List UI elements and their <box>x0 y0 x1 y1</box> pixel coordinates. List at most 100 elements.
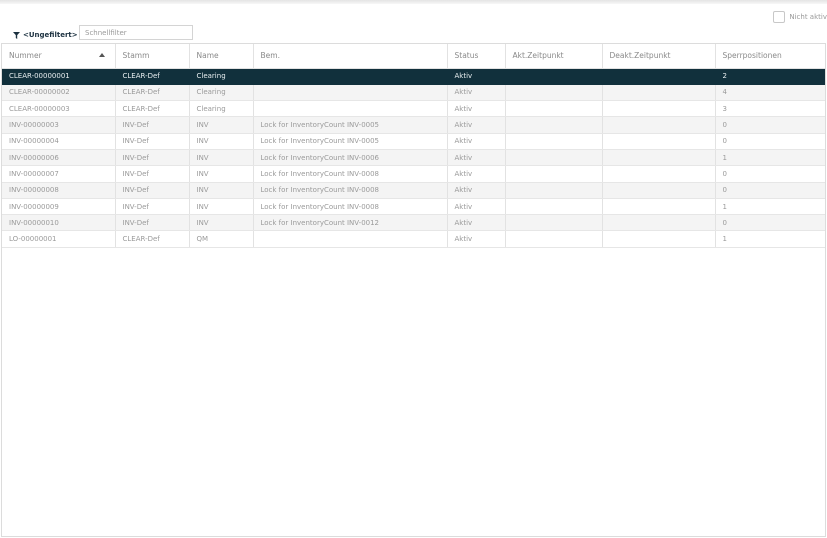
funnel-icon <box>13 31 20 39</box>
table-cell-akt-zeitpunkt <box>505 84 603 102</box>
table-cell-deakt-zeitpunkt <box>602 149 716 167</box>
table-cell-deakt-zeitpunkt <box>602 182 716 199</box>
inactive-label: Nicht aktiv <box>789 13 827 21</box>
table-cell-name: INV <box>189 116 254 134</box>
inactive-checkbox[interactable] <box>773 11 786 23</box>
column-header-label: Bem. <box>260 51 280 61</box>
table-cell-bem-: Lock for InventoryCount INV-0006 <box>253 149 448 167</box>
table-cell-name: Clearing <box>189 68 254 85</box>
table-row[interactable]: INV-00000008 INV-Def INV Lock for Inventory… <box>2 182 825 199</box>
table-row[interactable]: INV-00000009 INV-Def INV Lock for Inventory… <box>2 198 825 216</box>
column-header-sperrpositionen[interactable]: Sperrpositionen <box>715 44 825 69</box>
table-cell-status: Aktiv <box>447 68 506 85</box>
table-cell-akt-zeitpunkt <box>505 230 603 248</box>
column-header-stamm[interactable]: Stamm <box>115 44 190 69</box>
table-cell-sperrpositionen: 0 <box>715 116 825 134</box>
table-cell-nummer: INV-00000007 <box>2 165 116 183</box>
column-header-nummer[interactable]: Nummer <box>2 44 116 69</box>
table-cell-sperrpositionen: 4 <box>715 84 825 102</box>
table-cell-stamm: CLEAR-Def <box>115 68 190 85</box>
column-header-label: Status <box>454 51 479 61</box>
table-cell-stamm: INV-Def <box>115 198 190 216</box>
column-header-label: Akt.Zeitpunkt <box>512 51 564 61</box>
table-cell-bem- <box>253 230 448 248</box>
column-header-label: Deakt.Zeitpunkt <box>609 51 671 61</box>
toolbar: <Ungefiltert> Nicht aktiv <box>0 4 827 44</box>
quick-filter-input[interactable] <box>79 25 193 40</box>
column-header-status[interactable]: Status <box>447 44 506 69</box>
table-cell-deakt-zeitpunkt <box>602 198 716 216</box>
table-cell-name: Clearing <box>189 100 254 118</box>
column-header-label: Nummer <box>9 51 42 61</box>
table-cell-deakt-zeitpunkt <box>602 133 716 150</box>
table-cell-sperrpositionen: 1 <box>715 230 825 248</box>
table-cell-bem-: Lock for InventoryCount INV-0005 <box>253 133 448 150</box>
table-row[interactable]: CLEAR-00000003 CLEAR-Def Clearing Aktiv 3 <box>2 100 825 118</box>
table-cell-bem- <box>253 100 448 118</box>
table-cell-stamm: INV-Def <box>115 182 190 199</box>
table-cell-status: Aktiv <box>447 230 506 248</box>
table-cell-bem- <box>253 84 448 102</box>
table-row[interactable]: INV-00000010 INV-Def INV Lock for Inventory… <box>2 214 825 232</box>
table-cell-sperrpositionen: 2 <box>715 68 825 85</box>
table-cell-stamm: INV-Def <box>115 214 190 232</box>
table-row[interactable]: CLEAR-00000002 CLEAR-Def Clearing Aktiv 4 <box>2 84 825 102</box>
table-cell-name: INV <box>189 133 254 150</box>
table-body: CLEAR-00000001 CLEAR-Def Clearing Aktiv 2 CLE… <box>2 68 825 248</box>
table-row[interactable]: INV-00000006 INV-Def INV Lock for Inventory… <box>2 149 825 167</box>
table-cell-sperrpositionen: 0 <box>715 165 825 183</box>
table-cell-deakt-zeitpunkt <box>602 100 716 118</box>
table-cell-nummer: CLEAR-00000003 <box>2 100 116 118</box>
table-cell-sperrpositionen: 1 <box>715 149 825 167</box>
table-cell-nummer: INV-00000003 <box>2 116 116 134</box>
table-cell-bem-: Lock for InventoryCount INV-0008 <box>253 198 448 216</box>
filter-button[interactable]: <Ungefiltert> <box>13 29 78 41</box>
table-cell-nummer: INV-00000008 <box>2 182 116 199</box>
table-row[interactable]: INV-00000004 INV-Def INV Lock for Inventory… <box>2 133 825 150</box>
column-header-label: Sperrpositionen <box>722 51 782 61</box>
sort-ascending-icon <box>98 53 105 57</box>
inactive-toggle[interactable]: Nicht aktiv <box>773 11 827 23</box>
table-cell-status: Aktiv <box>447 133 506 150</box>
table-cell-sperrpositionen: 1 <box>715 198 825 216</box>
table-cell-nummer: INV-00000009 <box>2 198 116 216</box>
table-cell-name: INV <box>189 165 254 183</box>
table-cell-stamm: INV-Def <box>115 165 190 183</box>
column-header-name[interactable]: Name <box>189 44 254 69</box>
column-header-akt-zeitpunkt[interactable]: Akt.Zeitpunkt <box>505 44 603 69</box>
table-cell-status: Aktiv <box>447 84 506 102</box>
filter-label: <Ungefiltert> <box>23 31 78 39</box>
table-cell-sperrpositionen: 0 <box>715 214 825 232</box>
table-row[interactable]: INV-00000003 INV-Def INV Lock for Inventory… <box>2 116 825 134</box>
table-cell-sperrpositionen: 0 <box>715 182 825 199</box>
table-cell-akt-zeitpunkt <box>505 182 603 199</box>
table-cell-name: Clearing <box>189 84 254 102</box>
table-cell-nummer: INV-00000004 <box>2 133 116 150</box>
table-cell-bem-: Lock for InventoryCount INV-0008 <box>253 182 448 199</box>
table-cell-akt-zeitpunkt <box>505 68 603 85</box>
table-cell-stamm: INV-Def <box>115 133 190 150</box>
table-header: Nummer Stamm Name Bem. Status Akt.Zeitpunkt De… <box>2 44 825 69</box>
table-row[interactable]: LO-00000001 CLEAR-Def QM Aktiv 1 <box>2 230 825 248</box>
table-row[interactable]: CLEAR-00000001 CLEAR-Def Clearing Aktiv 2 <box>2 68 825 85</box>
table-cell-nummer: INV-00000010 <box>2 214 116 232</box>
table-cell-status: Aktiv <box>447 198 506 216</box>
table-cell-stamm: INV-Def <box>115 116 190 134</box>
table-cell-status: Aktiv <box>447 100 506 118</box>
table-cell-nummer: LO-00000001 <box>2 230 116 248</box>
column-header-deakt-zeitpunkt[interactable]: Deakt.Zeitpunkt <box>602 44 716 69</box>
table-cell-stamm: CLEAR-Def <box>115 100 190 118</box>
table-cell-status: Aktiv <box>447 214 506 232</box>
table-cell-akt-zeitpunkt <box>505 133 603 150</box>
column-header-label: Name <box>196 51 219 61</box>
table-cell-bem-: Lock for InventoryCount INV-0008 <box>253 165 448 183</box>
table-cell-stamm: INV-Def <box>115 149 190 167</box>
table-cell-name: INV <box>189 198 254 216</box>
column-header-bem-[interactable]: Bem. <box>253 44 448 69</box>
table-cell-deakt-zeitpunkt <box>602 214 716 232</box>
table-cell-name: QM <box>189 230 254 248</box>
table-cell-name: INV <box>189 182 254 199</box>
table-cell-bem-: Lock for InventoryCount INV-0012 <box>253 214 448 232</box>
table-cell-status: Aktiv <box>447 182 506 199</box>
table-row[interactable]: INV-00000007 INV-Def INV Lock for Inventory… <box>2 165 825 183</box>
